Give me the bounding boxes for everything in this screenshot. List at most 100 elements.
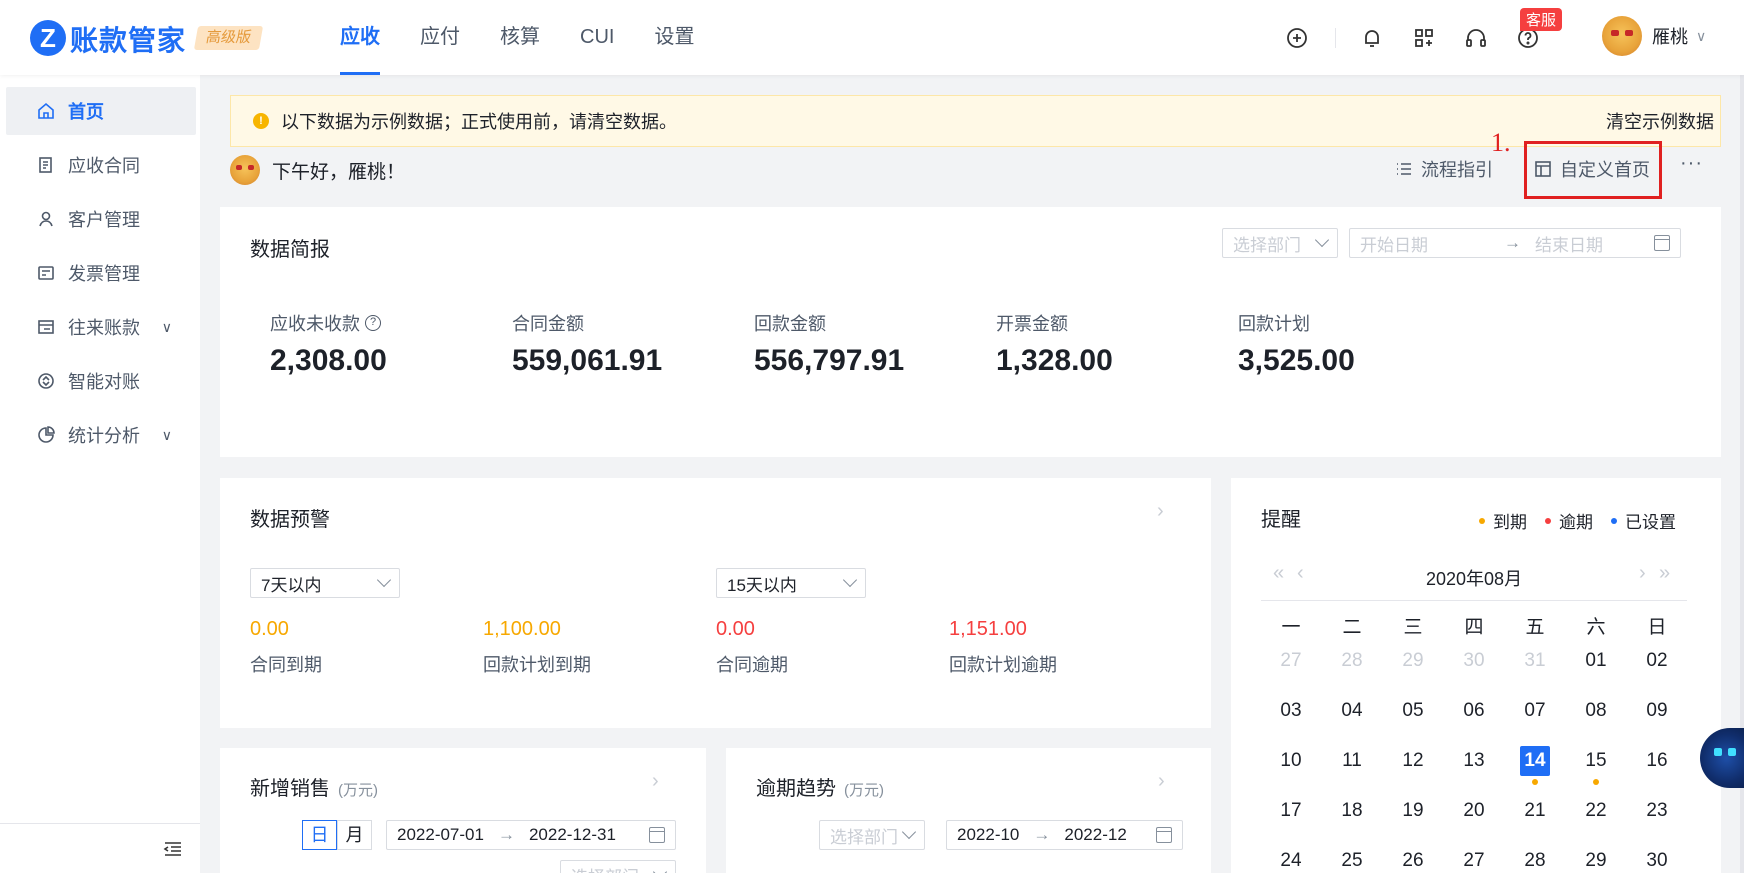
headset-icon[interactable] [1460, 22, 1492, 54]
calendar-day[interactable]: 16 [1639, 746, 1675, 776]
end-date-input[interactable]: 2022-12-31 [529, 825, 616, 845]
plan-due-value[interactable]: 1,100.00 [483, 618, 561, 641]
customize-home-button[interactable]: 自定义首页 [1534, 156, 1650, 182]
calendar-day[interactable]: 10 [1273, 746, 1309, 776]
warning-range-select-1[interactable]: 7天以内 [250, 568, 400, 598]
chevron-down-icon[interactable]: ∨ [1696, 28, 1706, 45]
calendar-day[interactable]: 27 [1273, 646, 1309, 676]
chevron-right-icon[interactable]: › [652, 770, 659, 793]
department-select[interactable]: 选择部门 [819, 820, 925, 850]
grid-icon[interactable] [1408, 22, 1440, 54]
calendar-icon[interactable] [1156, 827, 1172, 843]
brand-logo-icon[interactable]: Z [30, 20, 66, 56]
calendar-day[interactable]: 31 [1517, 646, 1553, 676]
sidebar-item-ledger[interactable]: 往来账款 ∨ [6, 303, 196, 351]
prev-month-icon[interactable]: ‹ [1297, 562, 1304, 585]
calendar-day[interactable]: 06 [1456, 696, 1492, 726]
more-icon[interactable]: ··· [1680, 152, 1703, 175]
calendar-icon[interactable] [1654, 235, 1670, 251]
end-date-input[interactable]: 结束日期 [1535, 231, 1603, 256]
contract-due-value[interactable]: 0.00 [250, 618, 289, 641]
stat-payment-plan[interactable]: 回款计划 3,525.00 [1238, 310, 1355, 378]
calendar-month-title[interactable]: 2020年08月 [1426, 565, 1522, 591]
overdue-trend-date-range[interactable]: 2022-10 → 2022-12 [946, 820, 1183, 850]
end-month-input[interactable]: 2022-12 [1064, 825, 1126, 845]
calendar-day[interactable]: 21 [1517, 796, 1553, 826]
calendar-day[interactable]: 23 [1639, 796, 1675, 826]
calendar-day[interactable]: 25 [1334, 846, 1370, 873]
department-select[interactable]: 选择部门 [1222, 228, 1338, 258]
sidebar-item-invoices[interactable]: 发票管理 [6, 249, 196, 297]
calendar-day[interactable]: 30 [1456, 646, 1492, 676]
calendar-day[interactable]: 14 [1520, 746, 1550, 776]
chevron-down-icon[interactable]: ∨ [162, 319, 172, 336]
user-name[interactable]: 雁桃 [1652, 23, 1688, 49]
nav-tab-accounting[interactable]: 核算 [500, 0, 540, 75]
calendar-day[interactable]: 15 [1578, 746, 1614, 776]
calendar-day[interactable]: 18 [1334, 796, 1370, 826]
start-month-input[interactable]: 2022-10 [957, 825, 1019, 845]
calendar-day[interactable]: 30 [1639, 846, 1675, 873]
calendar-day[interactable]: 29 [1578, 846, 1614, 873]
month-toggle[interactable]: 月 [337, 820, 372, 850]
nav-tab-cui[interactable]: CUI [580, 0, 614, 75]
clear-sample-data-link[interactable]: 清空示例数据 [1606, 108, 1714, 134]
nav-tab-payable[interactable]: 应付 [420, 0, 460, 75]
chevron-right-icon[interactable]: › [1158, 770, 1165, 793]
calendar-day[interactable]: 04 [1334, 696, 1370, 726]
plus-circle-icon[interactable] [1281, 22, 1313, 54]
calendar-day[interactable]: 09 [1639, 696, 1675, 726]
stat-contract-amount[interactable]: 合同金额 559,061.91 [512, 310, 662, 378]
prev-year-icon[interactable]: « [1273, 562, 1284, 585]
brand-name[interactable]: 账款管家 [70, 19, 186, 59]
next-year-icon[interactable]: » [1659, 562, 1670, 585]
calendar-day[interactable]: 05 [1395, 696, 1431, 726]
start-date-input[interactable]: 开始日期 [1360, 231, 1490, 256]
calendar-day[interactable]: 17 [1273, 796, 1309, 826]
calendar-day[interactable]: 13 [1456, 746, 1492, 776]
warning-range-select-2[interactable]: 15天以内 [716, 568, 866, 598]
nav-tab-settings[interactable]: 设置 [654, 0, 694, 75]
sidebar-item-customers[interactable]: 客户管理 [6, 195, 196, 243]
calendar-day[interactable]: 03 [1273, 696, 1309, 726]
help-icon[interactable]: ? [365, 315, 381, 331]
stat-invoice-amount[interactable]: 开票金额 1,328.00 [996, 310, 1113, 378]
new-sales-date-range[interactable]: 2022-07-01 → 2022-12-31 [386, 820, 676, 850]
calendar-day[interactable]: 07 [1517, 696, 1553, 726]
sidebar-item-home[interactable]: 首页 [6, 87, 196, 135]
avatar[interactable] [1602, 16, 1642, 56]
calendar-day[interactable]: 28 [1334, 646, 1370, 676]
calendar-day[interactable]: 08 [1578, 696, 1614, 726]
calendar-day[interactable]: 27 [1456, 846, 1492, 873]
calendar-day[interactable]: 01 [1578, 646, 1614, 676]
calendar-day[interactable]: 24 [1273, 846, 1309, 873]
summary-date-range[interactable]: 开始日期 → 结束日期 [1349, 228, 1681, 258]
calendar-day[interactable]: 29 [1395, 646, 1431, 676]
process-guide-link[interactable]: 流程指引 [1395, 156, 1493, 182]
calendar-day[interactable]: 20 [1456, 796, 1492, 826]
sidebar-item-contracts[interactable]: 应收合同 [6, 141, 196, 189]
calendar-day[interactable]: 22 [1578, 796, 1614, 826]
customer-service-badge[interactable]: 客服 [1520, 8, 1563, 31]
contract-overdue-value[interactable]: 0.00 [716, 618, 755, 641]
start-date-input[interactable]: 2022-07-01 [397, 825, 484, 845]
calendar-day[interactable]: 02 [1639, 646, 1675, 676]
chevron-down-icon[interactable]: ∨ [162, 427, 172, 444]
calendar-icon[interactable] [649, 827, 665, 843]
calendar-day[interactable]: 28 [1517, 846, 1553, 873]
calendar-day[interactable]: 19 [1395, 796, 1431, 826]
plan-overdue-value[interactable]: 1,151.00 [949, 618, 1027, 641]
calendar-day[interactable]: 12 [1395, 746, 1431, 776]
stat-receivable-unpaid[interactable]: 应收未收款? 2,308.00 [270, 310, 387, 378]
bell-icon[interactable] [1356, 22, 1388, 54]
day-toggle[interactable]: 日 [302, 820, 337, 850]
nav-tab-receivable[interactable]: 应收 [340, 0, 380, 75]
calendar-day[interactable]: 11 [1334, 746, 1370, 776]
calendar-day[interactable]: 26 [1395, 846, 1431, 873]
collapse-menu-icon[interactable] [162, 838, 184, 860]
user-menu[interactable]: 雁桃 ∨ [1602, 16, 1706, 56]
sidebar-item-analytics[interactable]: 统计分析 ∨ [6, 411, 196, 459]
department-select[interactable]: 选择部门 [560, 860, 676, 873]
sidebar-item-reconcile[interactable]: 智能对账 [6, 357, 196, 405]
next-month-icon[interactable]: › [1639, 562, 1646, 585]
